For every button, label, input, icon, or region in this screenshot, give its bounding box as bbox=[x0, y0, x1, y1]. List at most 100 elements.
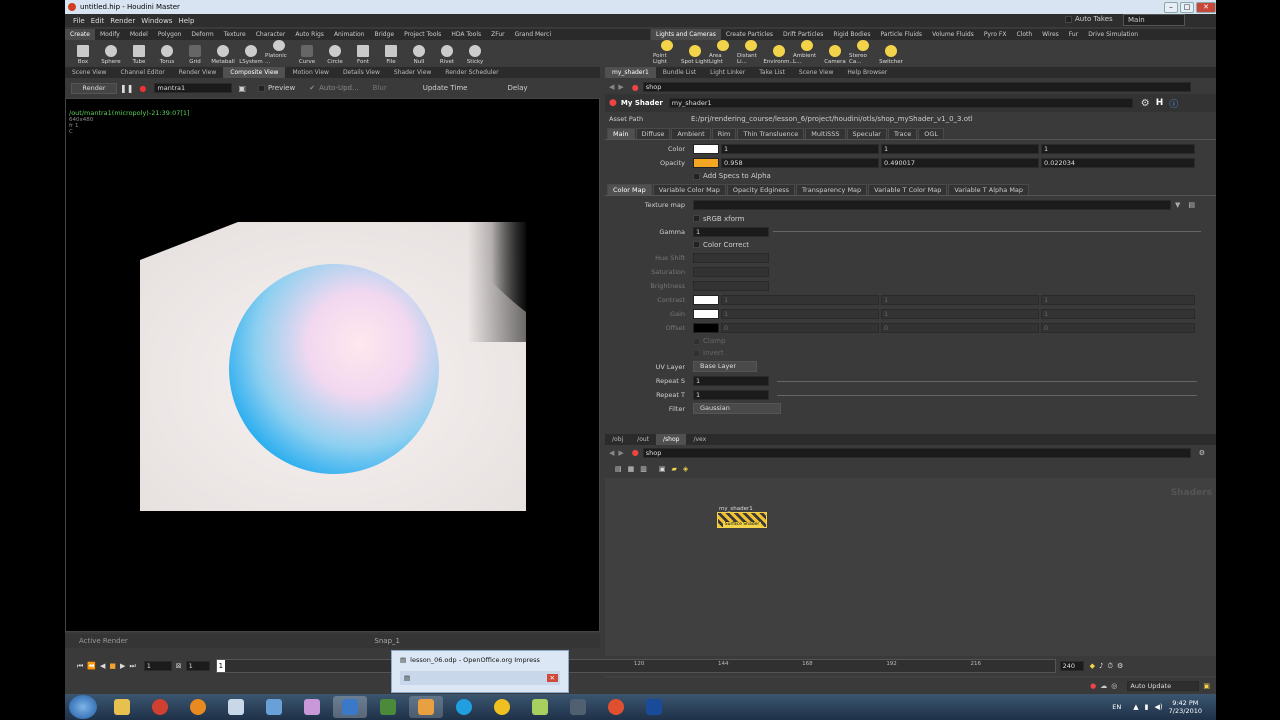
opacity-g-field[interactable]: 0.490017 bbox=[881, 158, 1039, 168]
net-tab-out[interactable]: /out bbox=[630, 434, 656, 445]
shelf-tab-hda-tools[interactable]: HDA Tools bbox=[446, 29, 486, 40]
shelf-tab-animation[interactable]: Animation bbox=[329, 29, 370, 40]
desktop-select[interactable]: Main bbox=[1123, 14, 1185, 26]
map-tab-variable-t-alpha-map[interactable]: Variable T Alpha Map bbox=[948, 184, 1030, 195]
add-specs-checkbox[interactable] bbox=[693, 172, 700, 180]
status-cloud-icon[interactable]: ☁ bbox=[1100, 682, 1107, 690]
notes-icon[interactable]: ▰ bbox=[672, 465, 677, 473]
minimize-button[interactable]: – bbox=[1164, 1, 1178, 13]
param-tab-ambient[interactable]: Ambient bbox=[671, 128, 711, 139]
repeat-s-slider[interactable] bbox=[777, 380, 1197, 382]
tool-circle[interactable]: Circle bbox=[321, 40, 349, 66]
language-indicator[interactable]: EN bbox=[1112, 703, 1121, 711]
map-tab-transparency-map[interactable]: Transparency Map bbox=[796, 184, 868, 195]
repeat-t-field[interactable]: 1 bbox=[693, 390, 769, 400]
frame-step-field[interactable]: 1 bbox=[185, 661, 210, 671]
help-h-icon[interactable]: H bbox=[1156, 98, 1164, 108]
start-frame-field[interactable]: 1 bbox=[143, 661, 172, 671]
shelf-tab-lights-and-cameras[interactable]: Lights and Cameras bbox=[651, 29, 721, 40]
play-icon[interactable]: ▶ bbox=[120, 662, 125, 670]
forward-icon[interactable]: ▶ bbox=[618, 83, 623, 91]
color-r-field[interactable]: 1 bbox=[721, 144, 879, 154]
pane-tab-motion-view[interactable]: Motion View bbox=[285, 67, 336, 78]
shelf-tab-bridge[interactable]: Bridge bbox=[370, 29, 400, 40]
tool-curve[interactable]: Curve bbox=[293, 40, 321, 66]
menu-edit[interactable]: Edit bbox=[91, 17, 105, 25]
taskbar-app[interactable] bbox=[219, 696, 253, 718]
tool-null[interactable]: Null bbox=[405, 40, 433, 66]
auto-takes-toggle[interactable]: Auto Takes bbox=[1065, 15, 1113, 23]
gamma-slider[interactable] bbox=[773, 231, 1201, 232]
frame-step-icon[interactable]: ⊠ bbox=[176, 662, 182, 670]
param-tab-main[interactable]: Main bbox=[607, 128, 635, 139]
shelf-tab-grand-merci[interactable]: Grand Merci bbox=[510, 29, 556, 40]
shelf-tab-auto-rigs[interactable]: Auto Rigs bbox=[290, 29, 329, 40]
tool-ambient-l[interactable]: Ambient L... bbox=[793, 40, 821, 66]
render-settings-icon[interactable]: ▣ bbox=[238, 84, 246, 93]
status-stop-icon[interactable]: ● bbox=[1090, 682, 1096, 690]
repeat-t-slider[interactable] bbox=[777, 394, 1197, 396]
pane-tab-channel-editor[interactable]: Channel Editor bbox=[113, 67, 171, 78]
taskbar-media[interactable] bbox=[181, 696, 215, 718]
texture-map-field[interactable] bbox=[693, 200, 1171, 210]
menu-file[interactable]: File bbox=[73, 17, 85, 25]
taskbar-app[interactable] bbox=[561, 696, 595, 718]
map-tab-color-map[interactable]: Color Map bbox=[607, 184, 652, 195]
tool-switcher[interactable]: Switcher bbox=[877, 40, 905, 66]
pane-tab-render-view[interactable]: Render View bbox=[172, 67, 224, 78]
tray-network-icon[interactable]: ▮ bbox=[1145, 703, 1149, 711]
shelf-tab-texture[interactable]: Texture bbox=[219, 29, 251, 40]
menu-render[interactable]: Render bbox=[110, 17, 135, 25]
taskbar-photoshop[interactable] bbox=[637, 696, 671, 718]
shelf-tab-rigid-bodies[interactable]: Rigid Bodies bbox=[828, 29, 875, 40]
shelf-tab-deform[interactable]: Deform bbox=[186, 29, 218, 40]
repeat-s-field[interactable]: 1 bbox=[693, 376, 769, 386]
taskbar-preview-popup[interactable]: ▤ lesson_06.odp - OpenOffice.org Impress… bbox=[391, 650, 569, 693]
layout-icon[interactable]: ▣ bbox=[659, 465, 666, 473]
update-time-label[interactable]: Update Time bbox=[423, 84, 468, 92]
tool-rivet[interactable]: Rivet bbox=[433, 40, 461, 66]
gamma-field[interactable]: 1 bbox=[693, 226, 769, 237]
net-tab-vex[interactable]: /vex bbox=[686, 434, 713, 445]
grid-mode-icon[interactable]: ▥ bbox=[640, 465, 647, 473]
opacity-b-field[interactable]: 0.022034 bbox=[1041, 158, 1195, 168]
opacity-swatch[interactable] bbox=[693, 158, 719, 168]
tool-platonic[interactable]: Platonic ... bbox=[265, 40, 293, 66]
map-tab-variable-t-color-map[interactable]: Variable T Color Map bbox=[868, 184, 948, 195]
render-button[interactable]: Render bbox=[71, 82, 117, 94]
param-tab-multisss[interactable]: MultiSSS bbox=[805, 128, 846, 139]
param-tab-ogl[interactable]: OGL bbox=[918, 128, 944, 139]
popup-thumbnail[interactable]: ▤ ✕ bbox=[400, 671, 560, 685]
param-tab-rim[interactable]: Rim bbox=[711, 128, 737, 139]
taskbar-chrome[interactable] bbox=[143, 696, 177, 718]
gear-icon[interactable]: ⚙ bbox=[1141, 98, 1150, 109]
net-tab-obj[interactable]: /obj bbox=[605, 434, 630, 445]
taskbar-impress[interactable] bbox=[333, 696, 367, 718]
tool-environm[interactable]: Environm... bbox=[763, 40, 795, 66]
shelf-tab-character[interactable]: Character bbox=[251, 29, 291, 40]
start-button[interactable] bbox=[69, 695, 97, 719]
shader-node-tile[interactable]: Surface Shader bbox=[717, 512, 767, 528]
tool-area-light[interactable]: Area Light bbox=[709, 40, 737, 66]
shelf-tab-cloth[interactable]: Cloth bbox=[1011, 29, 1037, 40]
taskbar-skype[interactable] bbox=[447, 696, 481, 718]
pane-tab-composite-view[interactable]: Composite View bbox=[223, 67, 286, 78]
tool-torus[interactable]: Torus bbox=[153, 40, 181, 66]
tool-tube[interactable]: Tube bbox=[125, 40, 153, 66]
pane-tab-bundle-list[interactable]: Bundle List bbox=[656, 67, 703, 78]
file-browse-icon[interactable]: ▤ bbox=[1188, 201, 1195, 209]
param-tab-specular[interactable]: Specular bbox=[846, 128, 887, 139]
maximize-button[interactable]: □ bbox=[1180, 1, 1194, 13]
pane-tab-shader-view[interactable]: Shader View bbox=[387, 67, 438, 78]
menu-windows[interactable]: Windows bbox=[141, 17, 172, 25]
shelf-tab-polygon[interactable]: Polygon bbox=[153, 29, 187, 40]
filter-menu[interactable]: Gaussian bbox=[693, 403, 781, 414]
close-button[interactable]: ✕ bbox=[1196, 1, 1216, 13]
tray-arrow-icon[interactable]: ▲ bbox=[1133, 703, 1138, 711]
color-swatch[interactable] bbox=[693, 144, 719, 154]
net-tab-shop[interactable]: /shop bbox=[656, 434, 687, 445]
auto-update-label[interactable]: Auto-Upd... bbox=[319, 84, 359, 92]
render-viewport[interactable]: /out/mantra1(micropoly)-21:39:07[1] 640x… bbox=[65, 98, 600, 632]
timeline-track[interactable]: 1 7296120144168192216 bbox=[215, 659, 1056, 673]
stop-icon[interactable]: ● bbox=[139, 84, 146, 93]
